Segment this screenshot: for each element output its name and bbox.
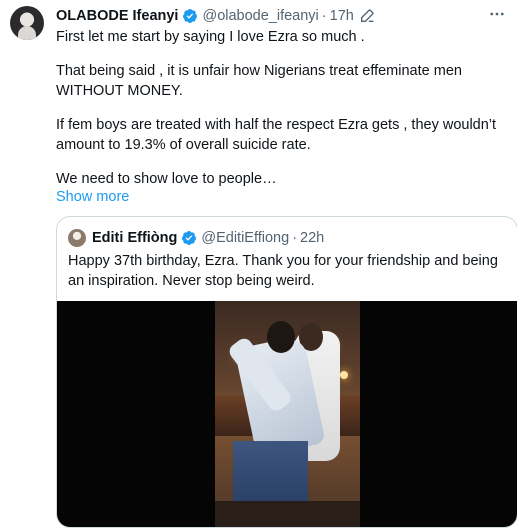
tweet-paragraph: We need to show love to people… — [56, 171, 277, 187]
author-avatar[interactable] — [10, 6, 44, 40]
tweet-paragraph: If fem boys are treated with half the re… — [56, 117, 497, 153]
tweet[interactable]: OLABODE Ifeanyi @olabode_ifeanyi · 17h F… — [0, 0, 517, 528]
video-player[interactable] — [57, 301, 517, 527]
timestamp[interactable]: 17h — [330, 8, 354, 24]
quoted-tweet-text: Happy 37th birthday, Ezra. Thank you for… — [68, 253, 498, 289]
tweet-paragraph: That being said , it is unfair how Niger… — [56, 63, 462, 99]
separator-dot: · — [292, 230, 298, 246]
quoted-tweet-header: Editi Effiòng @EditiEffiong · 22h — [68, 228, 324, 248]
tweet-text: First let me start by saying I love Ezra… — [56, 27, 511, 189]
quoted-tweet[interactable]: Editi Effiòng @EditiEffiong · 22h Happy … — [56, 216, 517, 528]
verified-badge-icon — [181, 230, 197, 246]
author-handle[interactable]: @olabode_ifeanyi — [202, 8, 318, 24]
quoted-timestamp: 22h — [300, 230, 325, 246]
edited-pencil-icon[interactable] — [359, 8, 375, 24]
author-name[interactable]: OLABODE Ifeanyi — [56, 8, 178, 24]
quoted-author-avatar — [68, 229, 86, 247]
separator-dot: · — [321, 8, 327, 24]
tweet-header: OLABODE Ifeanyi @olabode_ifeanyi · 17h — [56, 6, 375, 26]
video-frame — [215, 301, 360, 527]
verified-badge-icon — [182, 8, 198, 24]
quoted-author-name: Editi Effiòng — [92, 230, 178, 246]
show-more-link[interactable]: Show more — [56, 187, 129, 207]
quoted-author-handle: @EditiEffiong — [201, 230, 290, 246]
more-options-icon[interactable] — [487, 4, 507, 24]
tweet-paragraph: First let me start by saying I love Ezra… — [56, 29, 365, 45]
